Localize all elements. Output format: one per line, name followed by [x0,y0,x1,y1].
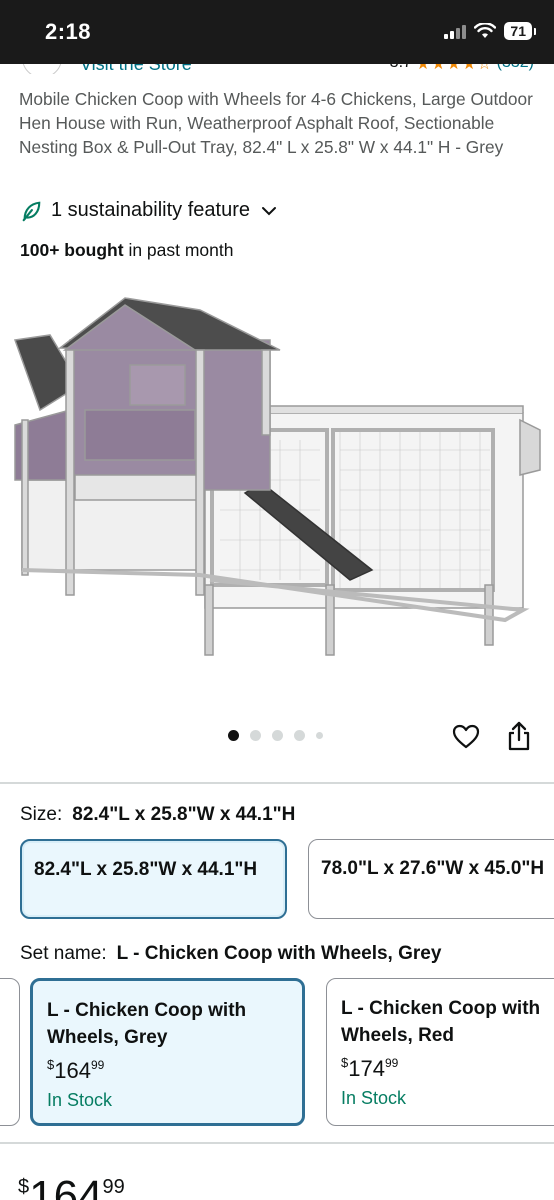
size-selected-value: 82.4"L x 25.8"W x 44.1"H [72,804,296,825]
divider [0,1142,554,1144]
status-icons: 71 [444,22,536,40]
size-label: Size: 82.4"L x 25.8"W x 44.1"H [20,804,295,826]
carousel-dots[interactable] [228,730,323,741]
set-option-name: L - Chicken Coop with Wheels, Red [341,998,541,1046]
rating-value: 3.7 [390,64,412,74]
set-option-partial[interactable] [0,978,20,1126]
bought-count-bold: 100+ bought [20,240,124,260]
set-option-selected[interactable]: L - Chicken Coop with Wheels, Grey $1649… [30,978,305,1126]
chevron-down-icon [262,206,277,215]
signal-icon [444,23,467,39]
size-option-selected[interactable]: 82.4"L x 25.8"W x 44.1"H [20,839,287,919]
wifi-icon [474,23,497,38]
star-rating-icon: ★★★★☆ [415,64,493,73]
carousel-dot[interactable] [250,730,261,741]
product-title: Mobile Chicken Coop with Wheels for 4-6 … [19,89,533,157]
carousel-dot[interactable] [316,732,323,739]
carousel-dot[interactable] [272,730,283,741]
status-bar: 2:18 71 [0,0,554,64]
set-name-label-text: Set name: [20,943,107,964]
set-option-stock: In Stock [47,1090,113,1110]
leaf-icon [22,201,41,221]
share-icon[interactable] [505,721,533,751]
size-option[interactable]: 78.0"L x 27.6"W x 45.0"H [308,839,554,919]
product-image[interactable] [0,280,554,700]
divider [0,782,554,784]
sustainability-label: 1 sustainability feature [51,199,251,221]
battery-indicator: 71 [504,22,536,40]
bought-count: 100+ bought in past month [20,240,234,261]
wishlist-heart-icon[interactable] [452,723,480,751]
rating-count[interactable]: (332) [497,64,534,74]
set-name-label: Set name: L - Chicken Coop with Wheels, G… [20,943,441,965]
carousel-dot[interactable] [228,730,239,741]
price-fraction: 99 [102,1176,125,1198]
store-logo[interactable] [22,64,62,74]
rating[interactable]: 3.7 ★★★★☆ (332) [390,64,534,74]
main-price: $16499 [18,1162,125,1200]
set-option-price: $17499 [341,1055,399,1081]
set-option-stock: In Stock [341,1088,407,1108]
bought-count-rest: in past month [128,240,234,260]
status-time: 2:18 [45,19,92,44]
set-option-name: L - Chicken Coop with Wheels, Grey [47,1000,247,1048]
sustainability-feature-toggle[interactable]: 1 sustainability feature [20,199,277,222]
visit-store-link[interactable]: Visit the Store [80,64,192,74]
set-option-price: $16499 [47,1057,105,1083]
size-label-text: Size: [20,804,63,825]
carousel-dot[interactable] [294,730,305,741]
price-whole: 164 [29,1172,103,1200]
set-option[interactable]: L - Chicken Coop with Wheels, Red $17499… [326,978,554,1126]
store-row: Visit the Store 3.7 ★★★★☆ (332) [0,64,554,74]
price-currency: $ [18,1176,30,1198]
set-name-selected-value: L - Chicken Coop with Wheels, Grey [116,943,442,964]
size-option-label: 78.0"L x 27.6"W x 45.0"H [321,858,545,879]
size-option-label: 82.4"L x 25.8"W x 44.1"H [34,859,258,880]
